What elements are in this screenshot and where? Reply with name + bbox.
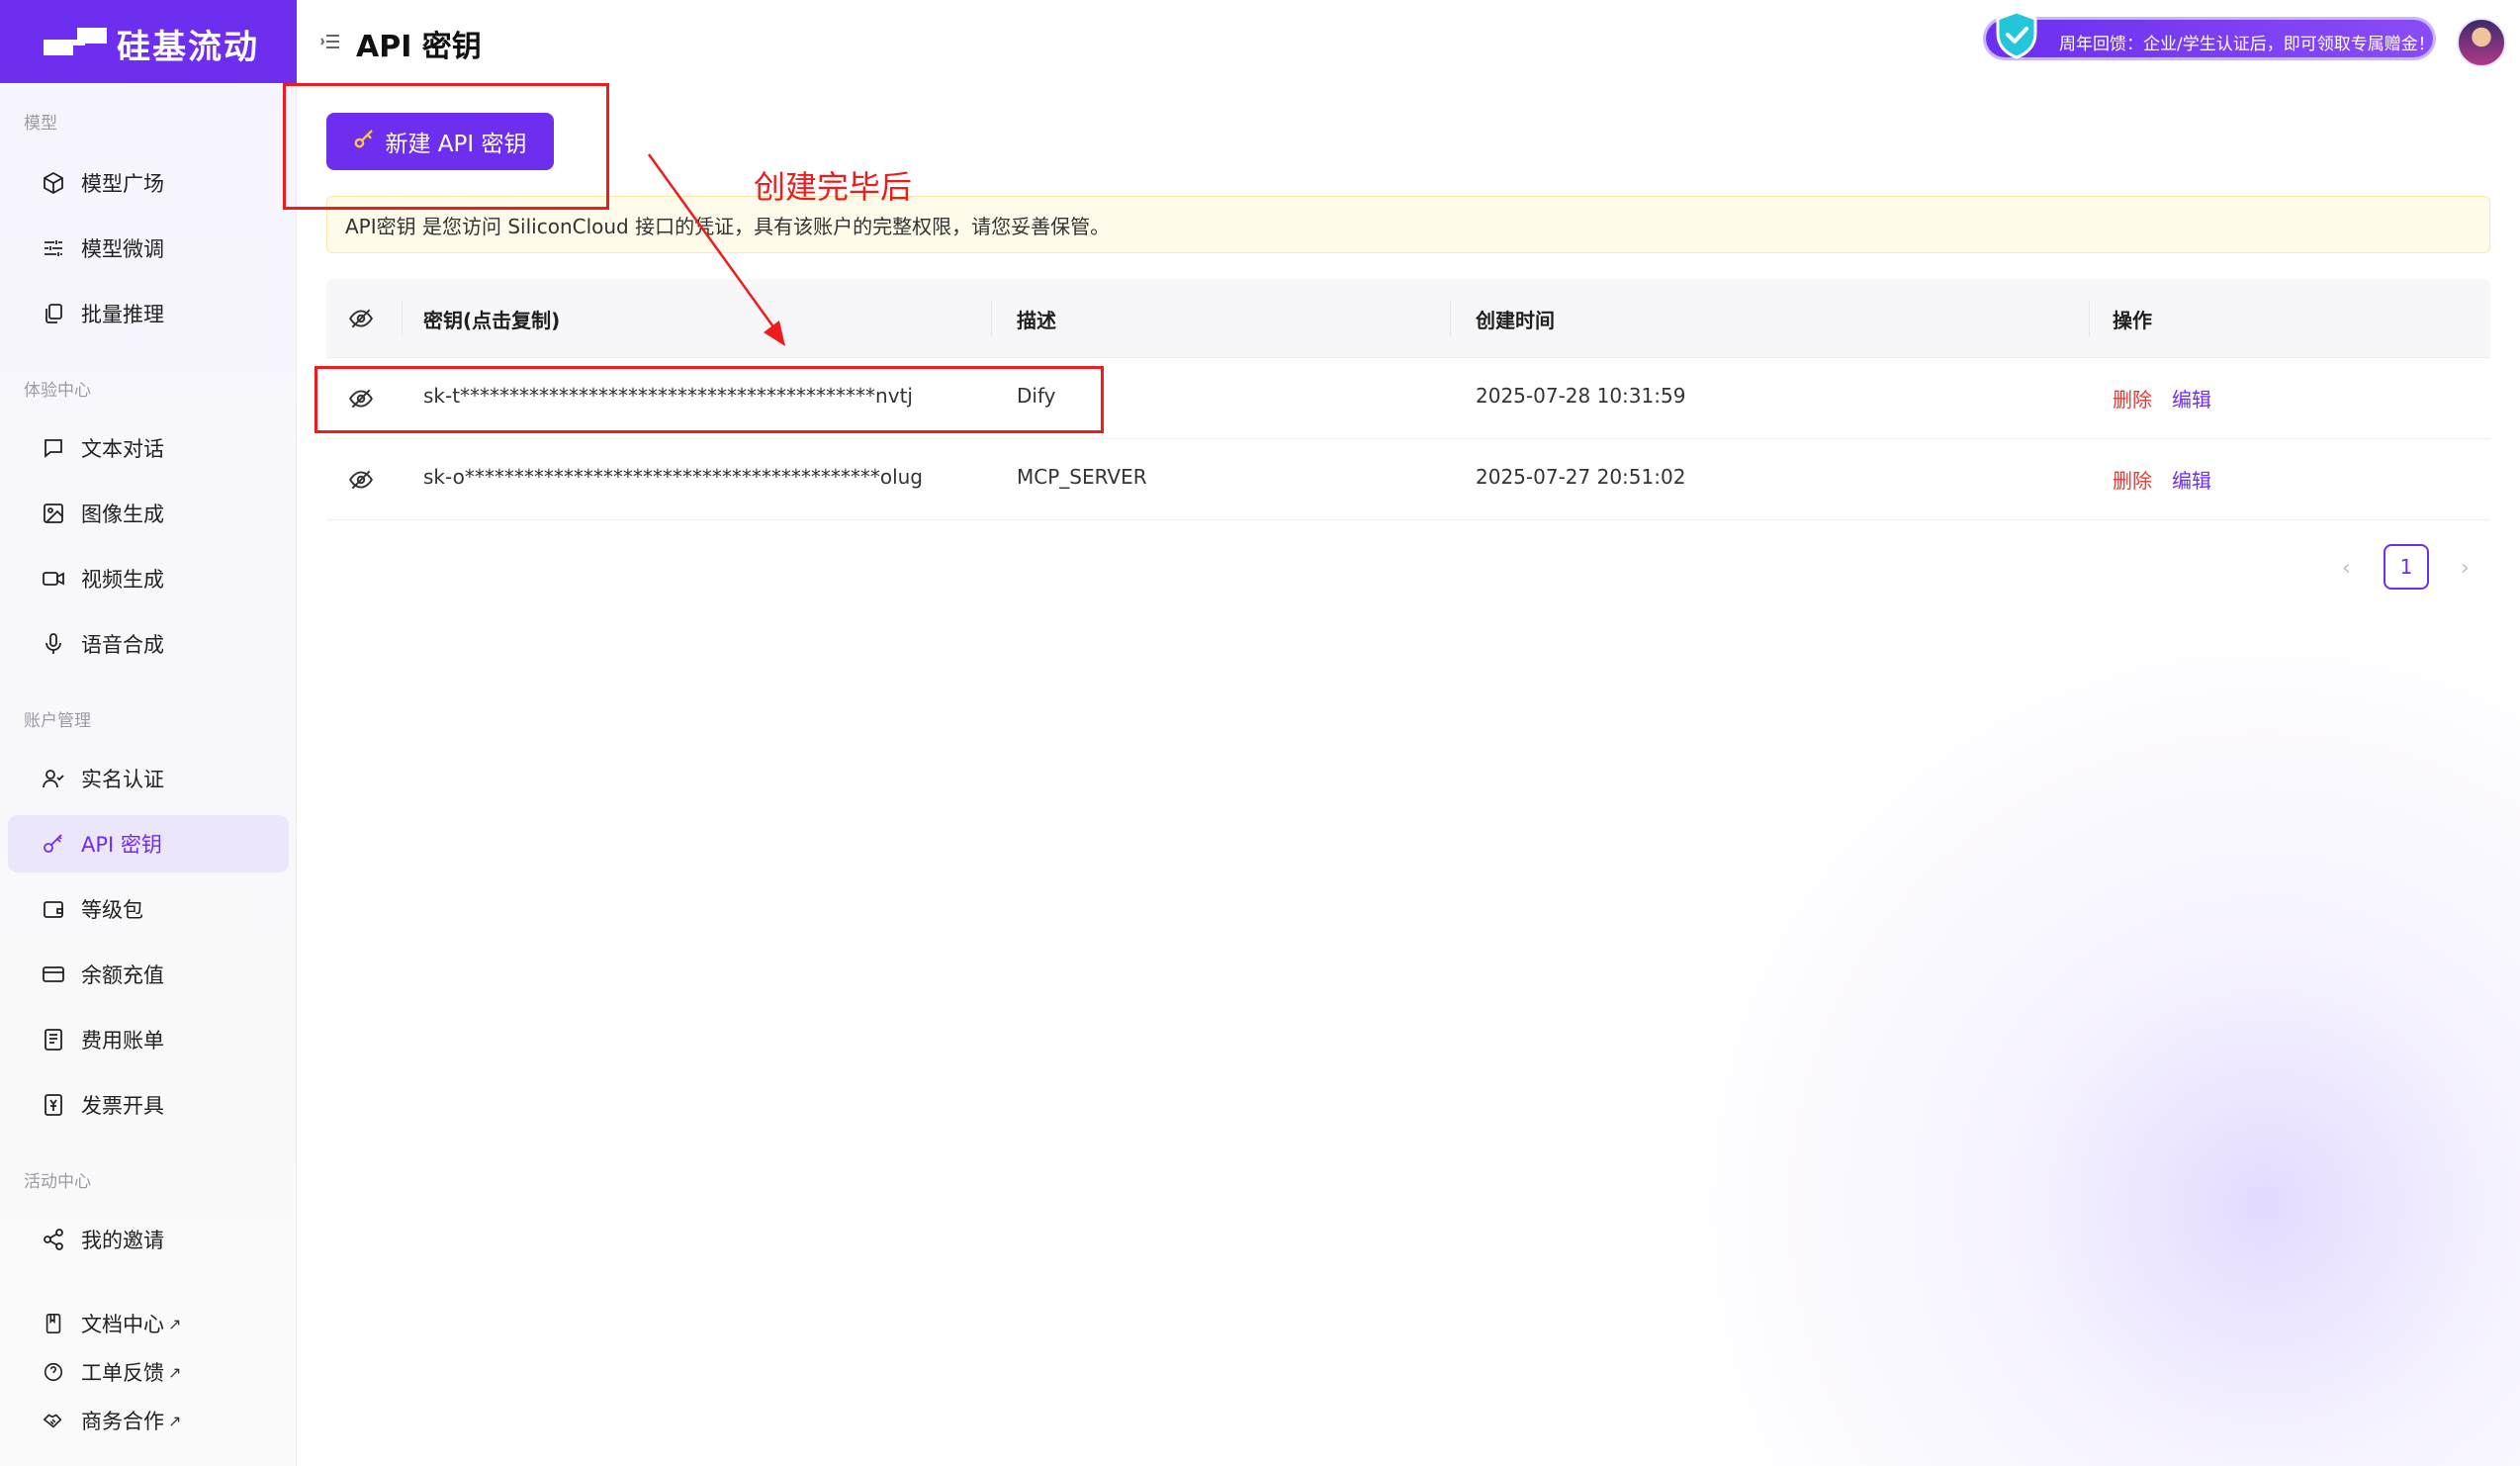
- sidebar-item-label: 文本对话: [81, 437, 164, 461]
- eye-off-icon[interactable]: [348, 306, 374, 331]
- sidebar-item-billing[interactable]: 费用账单: [8, 1011, 289, 1068]
- sidebar-link-label: 工单反馈: [81, 1361, 164, 1385]
- sidebar-item-label: 费用账单: [81, 1029, 164, 1053]
- sidebar-item-image-gen[interactable]: 图像生成: [8, 485, 289, 542]
- sidebar: 硅基流动 模型 模型广场 模型微调 批量推理 体验中心 文本对话 图像生成 视频…: [0, 0, 297, 1466]
- brand-header[interactable]: 硅基流动: [0, 0, 297, 83]
- page-title: API 密钥: [356, 30, 482, 64]
- sidebar-item-label: 图像生成: [81, 503, 164, 526]
- sidebar-item-level-pack[interactable]: 等级包: [8, 880, 289, 938]
- sidebar-item-recharge[interactable]: 余额充值: [8, 946, 289, 1003]
- column-header-created: 创建时间: [1476, 309, 1555, 332]
- section-label-activity: 活动中心: [24, 1172, 91, 1192]
- menu-collapse-icon[interactable]: [318, 30, 342, 53]
- brand-logo-icon: [44, 28, 107, 55]
- pagination-next[interactable]: ›: [2461, 556, 2470, 581]
- sidebar-item-invoice[interactable]: 发票开具: [8, 1076, 289, 1134]
- document-icon: [40, 1026, 67, 1054]
- credit-card-icon: [40, 961, 67, 988]
- brand-name: 硅基流动: [117, 28, 259, 67]
- sidebar-item-label: 实名认证: [81, 768, 164, 791]
- column-header-actions: 操作: [2113, 309, 2152, 332]
- sidebar-item-model-square[interactable]: 模型广场: [8, 154, 289, 212]
- sidebar-link-tickets[interactable]: 工单反馈 ↗: [8, 1349, 289, 1395]
- shield-check-icon: [1996, 10, 2037, 59]
- microphone-icon: [40, 630, 67, 658]
- sidebar-item-speech[interactable]: 语音合成: [8, 615, 289, 673]
- delete-button[interactable]: 删除: [2113, 465, 2152, 494]
- api-key-created: 2025-07-28 10:31:59: [1476, 384, 1686, 408]
- table-row: sk-o************************************…: [326, 439, 2490, 520]
- column-separator: [2089, 301, 2090, 336]
- section-label-experience: 体验中心: [24, 381, 91, 401]
- sidebar-item-api-keys[interactable]: API 密钥: [8, 815, 289, 872]
- handshake-icon: [40, 1407, 67, 1434]
- video-camera-icon: [40, 565, 67, 593]
- sidebar-item-label: API 密钥: [81, 833, 162, 857]
- edit-button[interactable]: 编辑: [2172, 384, 2211, 412]
- sidebar-item-batch-inference[interactable]: 批量推理: [8, 285, 289, 342]
- avatar[interactable]: [2457, 18, 2506, 67]
- eye-off-icon[interactable]: [348, 467, 374, 493]
- api-key-value[interactable]: sk-o************************************…: [423, 465, 923, 489]
- annotation-box-new-button: [283, 83, 609, 210]
- sidebar-item-label: 我的邀请: [81, 1229, 164, 1252]
- external-link-icon: ↗: [168, 1411, 182, 1430]
- table-header: 密钥(点击复制) 描述 创建时间 操作: [326, 279, 2490, 358]
- sidebar-link-docs[interactable]: 文档中心 ↗: [8, 1301, 289, 1346]
- external-link-icon: ↗: [168, 1362, 182, 1382]
- edit-button[interactable]: 编辑: [2172, 465, 2211, 494]
- sidebar-item-video-gen[interactable]: 视频生成: [8, 550, 289, 607]
- sidebar-item-verification[interactable]: 实名认证: [8, 750, 289, 807]
- share-icon: [40, 1226, 67, 1253]
- column-header-description: 描述: [1017, 309, 1056, 332]
- section-label-models: 模型: [24, 114, 57, 134]
- delete-button[interactable]: 删除: [2113, 384, 2152, 412]
- info-alert: API密钥 是您访问 SiliconCloud 接口的凭证，具有该账户的完整权限…: [326, 196, 2490, 253]
- pagination-current-page[interactable]: 1: [2384, 544, 2429, 590]
- wallet-icon: [40, 895, 67, 923]
- sidebar-item-label: 模型广场: [81, 172, 164, 196]
- promo-text[interactable]: 周年回馈：企业/学生认证后，即可领取专属赠金！: [2059, 30, 2435, 54]
- api-key-created: 2025-07-27 20:51:02: [1476, 465, 1686, 489]
- section-label-account: 账户管理: [24, 711, 91, 731]
- sidebar-link-label: 商务合作: [81, 1410, 164, 1433]
- chat-bubble-icon: [40, 434, 67, 462]
- sidebar-item-invitations[interactable]: 我的邀请: [8, 1211, 289, 1268]
- column-separator: [1450, 301, 1451, 336]
- invoice-icon: [40, 1091, 67, 1119]
- sidebar-item-label: 等级包: [81, 898, 143, 922]
- pagination-prev[interactable]: ‹: [2342, 556, 2351, 581]
- help-circle-icon: [40, 1358, 67, 1386]
- sliders-icon: [40, 234, 67, 262]
- key-icon: [40, 830, 67, 858]
- user-check-icon: [40, 765, 67, 792]
- copy-stack-icon: [40, 300, 67, 327]
- info-alert-text: API密钥 是您访问 SiliconCloud 接口的凭证，具有该账户的完整权限…: [345, 214, 1111, 238]
- sidebar-item-label: 批量推理: [81, 303, 164, 326]
- sidebar-item-label: 发票开具: [81, 1094, 164, 1118]
- column-separator: [991, 301, 992, 336]
- sidebar-item-text-chat[interactable]: 文本对话: [8, 419, 289, 477]
- external-link-icon: ↗: [168, 1314, 182, 1333]
- book-icon: [40, 1310, 67, 1337]
- sidebar-item-label: 模型微调: [81, 237, 164, 261]
- sidebar-link-business[interactable]: 商务合作 ↗: [8, 1398, 289, 1443]
- sidebar-item-fine-tune[interactable]: 模型微调: [8, 220, 289, 277]
- annotation-box-new-key-row: [315, 366, 1104, 433]
- annotation-label: 创建完毕后: [754, 168, 913, 206]
- image-icon: [40, 500, 67, 527]
- column-separator: [402, 301, 403, 336]
- sidebar-item-label: 语音合成: [81, 633, 164, 657]
- sidebar-item-label: 视频生成: [81, 568, 164, 592]
- cube-icon: [40, 169, 67, 197]
- column-header-key: 密钥(点击复制): [423, 309, 561, 332]
- sidebar-item-label: 余额充值: [81, 963, 164, 987]
- sidebar-link-label: 文档中心: [81, 1313, 164, 1336]
- api-key-description: MCP_SERVER: [1017, 465, 1147, 489]
